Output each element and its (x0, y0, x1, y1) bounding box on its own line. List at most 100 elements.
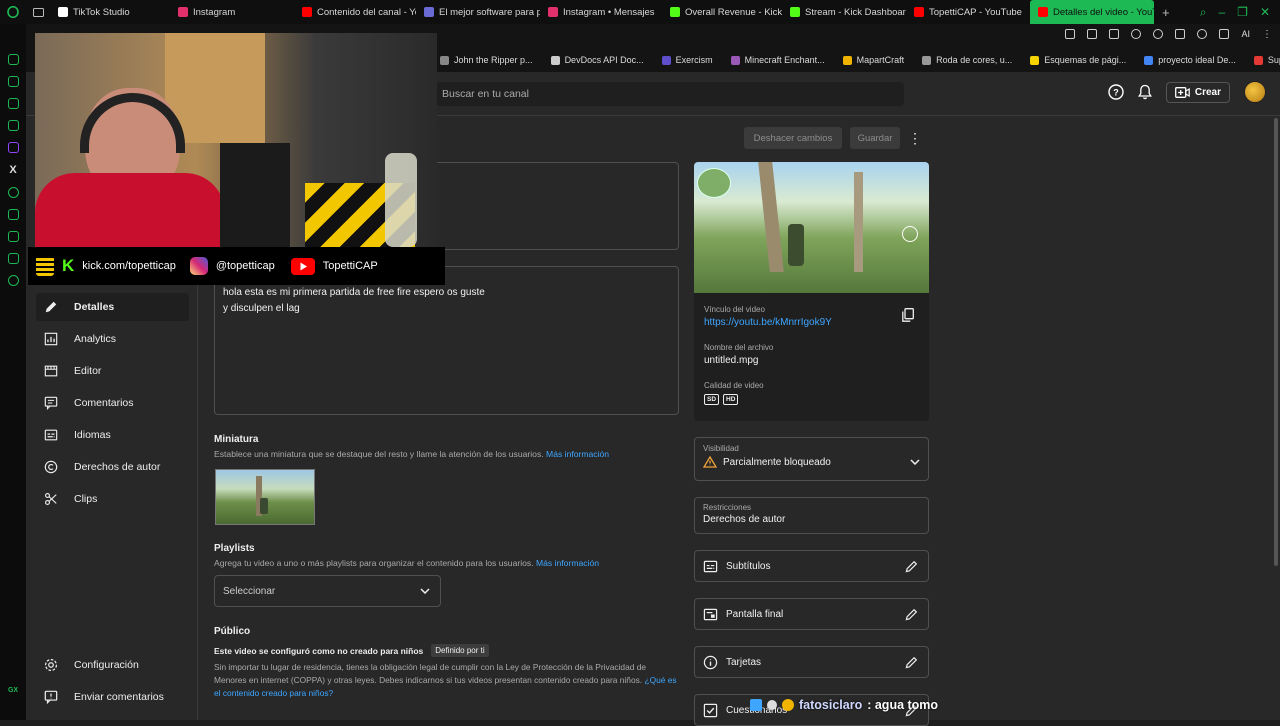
more-options-icon[interactable]: ⋮ (908, 130, 922, 147)
bookmark-item[interactable]: Minecraft Enchant... (730, 55, 825, 65)
browser-tab[interactable]: Stream - Kick Dashboard (782, 0, 906, 24)
bookmark-item[interactable]: Supermatch (1253, 55, 1280, 65)
download-icon[interactable] (1219, 29, 1230, 39)
browser-tab[interactable]: El mejor software para p (416, 0, 540, 24)
sidebar-app-icon[interactable] (7, 187, 19, 198)
tab-favicon-icon (178, 7, 188, 17)
bookmark-item[interactable]: MapartCraft (842, 55, 904, 65)
thumbnail-image[interactable] (215, 469, 315, 525)
heart-icon[interactable] (1153, 29, 1164, 39)
page-scrollbar[interactable] (1274, 118, 1278, 566)
bookmark-favicon-icon (842, 55, 852, 65)
feedback-icon (44, 690, 58, 704)
sidebar-item-editor[interactable]: Editor (36, 357, 189, 385)
extra-info-card-row[interactable]: Tarjetas (694, 646, 929, 678)
sidebar-item-settings[interactable]: Configuración (36, 651, 189, 679)
copy-icon[interactable] (902, 308, 914, 322)
menu-icon[interactable]: ⋮ (1262, 29, 1272, 40)
restrictions-card[interactable]: Restricciones Derechos de autor (694, 497, 929, 534)
opera-logo-icon[interactable] (0, 6, 26, 18)
sidebar-app-icon[interactable] (7, 76, 19, 87)
extra-subtitles-row[interactable]: Subtítulos (694, 550, 929, 582)
minimize-icon[interactable]: – (1218, 5, 1225, 20)
extension-icon[interactable] (1065, 29, 1076, 39)
bookmark-item[interactable]: DevDocs API Doc... (550, 55, 644, 65)
cam-bottle (385, 153, 417, 247)
video-preview[interactable] (694, 162, 929, 293)
gear-icon (44, 658, 58, 672)
x-icon[interactable]: X (9, 164, 16, 176)
sidebar-app-icon[interactable] (7, 98, 19, 109)
workspaces-icon[interactable] (26, 7, 50, 17)
bookmark-item[interactable]: proyecto ideal De... (1144, 55, 1236, 65)
sidebar-item-feedback[interactable]: Enviar comentarios (36, 683, 189, 711)
sidebar-item-derechos-de-autor[interactable]: Derechos de autor (36, 453, 189, 481)
sidebar-item-detalles[interactable]: Detalles (36, 293, 189, 321)
sidebar-item-clips[interactable]: Clips (36, 485, 189, 513)
avatar[interactable] (1244, 81, 1266, 103)
playlists-more-info-link[interactable]: Más información (536, 558, 599, 568)
notifications-icon[interactable] (1137, 84, 1152, 100)
sidebar-app-icon[interactable] (7, 120, 19, 131)
browser-tab[interactable]: Instagram (170, 0, 294, 24)
bookmark-item[interactable]: Exercism (661, 55, 713, 65)
sidebar-app-icon[interactable] (7, 209, 19, 220)
twitch-icon[interactable] (7, 142, 19, 153)
tab-label: TopettiCAP - YouTube (929, 6, 1022, 18)
close-window-icon[interactable]: ✕ (1260, 5, 1270, 20)
filename-label: Nombre del archivo (704, 343, 774, 352)
playlist-select[interactable]: Seleccionar (214, 575, 441, 607)
extra-label: Pantalla final (726, 608, 784, 620)
analytics-icon (44, 332, 58, 346)
extension-icon[interactable] (1087, 29, 1098, 39)
pencil-edit-icon[interactable] (905, 608, 918, 621)
ai-icon[interactable]: AI (1241, 29, 1250, 40)
sidebar-item-idiomas[interactable]: Idiomas (36, 421, 189, 449)
browser-tab[interactable]: Overall Revenue - Kick D (662, 0, 782, 24)
sidebar-app-icon[interactable] (7, 54, 19, 65)
sidebar-app-icon[interactable] (7, 253, 19, 264)
browser-tab[interactable]: TopettiCAP - YouTube (906, 0, 1030, 24)
video-plus-icon (1174, 86, 1190, 98)
bookmark-item[interactable]: Roda de cores, u... (922, 55, 1012, 65)
bookmark-item[interactable]: Esquemas de pági... (1030, 55, 1126, 65)
browser-tab[interactable]: Detalles del video - YouTu (1030, 0, 1154, 24)
sidebar-item-label: Analytics (74, 333, 117, 345)
sidebar-item-label: Enviar comentarios (74, 691, 164, 703)
sidebar-item-comentarios[interactable]: Comentarios (36, 389, 189, 417)
info-card-icon (703, 655, 718, 670)
maximize-icon[interactable]: ❐ (1237, 5, 1248, 20)
browser-tab[interactable]: Instagram • Mensajes (540, 0, 662, 24)
undo-changes-button[interactable]: Deshacer cambios (744, 127, 842, 149)
video-link-url[interactable]: https://youtu.be/kMnrrIgok9Y (704, 317, 832, 328)
profile-icon[interactable] (1197, 29, 1208, 39)
description-field[interactable]: hola esta es mi primera partida de free … (214, 266, 679, 415)
play-icon[interactable] (1131, 29, 1142, 39)
pencil-edit-icon[interactable] (905, 656, 918, 669)
search-input[interactable]: Buscar en tu canal (436, 82, 904, 106)
save-button[interactable]: Guardar (850, 127, 900, 149)
sidebar-item-analytics[interactable]: Analytics (36, 325, 189, 353)
palm-trunk (854, 172, 863, 272)
visibility-select[interactable]: Visibilidad Parcialmente bloqueado (694, 437, 929, 481)
palm-trunk (758, 162, 784, 272)
browser-tab[interactable]: TikTok Studio (50, 0, 170, 24)
extra-end-screen-row[interactable]: Pantalla final (694, 598, 929, 630)
tab-label: Overall Revenue - Kick D (685, 6, 782, 18)
pencil-edit-icon[interactable] (905, 560, 918, 573)
new-tab-icon[interactable]: + (1154, 5, 1178, 20)
bookmark-item[interactable]: John the Ripper p... (440, 55, 533, 65)
extension-icon[interactable] (1175, 29, 1186, 39)
kick-icon: K (62, 256, 75, 275)
tab-search-icon[interactable]: ⌕ (1200, 5, 1207, 20)
browser-tab[interactable]: Contenido del canal - Yo (294, 0, 416, 24)
create-button[interactable]: Crear (1165, 81, 1230, 103)
tab-favicon-icon (1038, 7, 1048, 17)
thumbnail-more-info-link[interactable]: Más información (546, 449, 609, 459)
sidebar-app-icon[interactable] (7, 231, 19, 242)
bookmark-favicon-icon (730, 55, 740, 65)
extension-icon[interactable] (1109, 29, 1120, 39)
help-icon[interactable]: ? (1108, 84, 1124, 100)
tab-label: El mejor software para p (439, 6, 540, 18)
settings-icon[interactable] (7, 275, 19, 286)
